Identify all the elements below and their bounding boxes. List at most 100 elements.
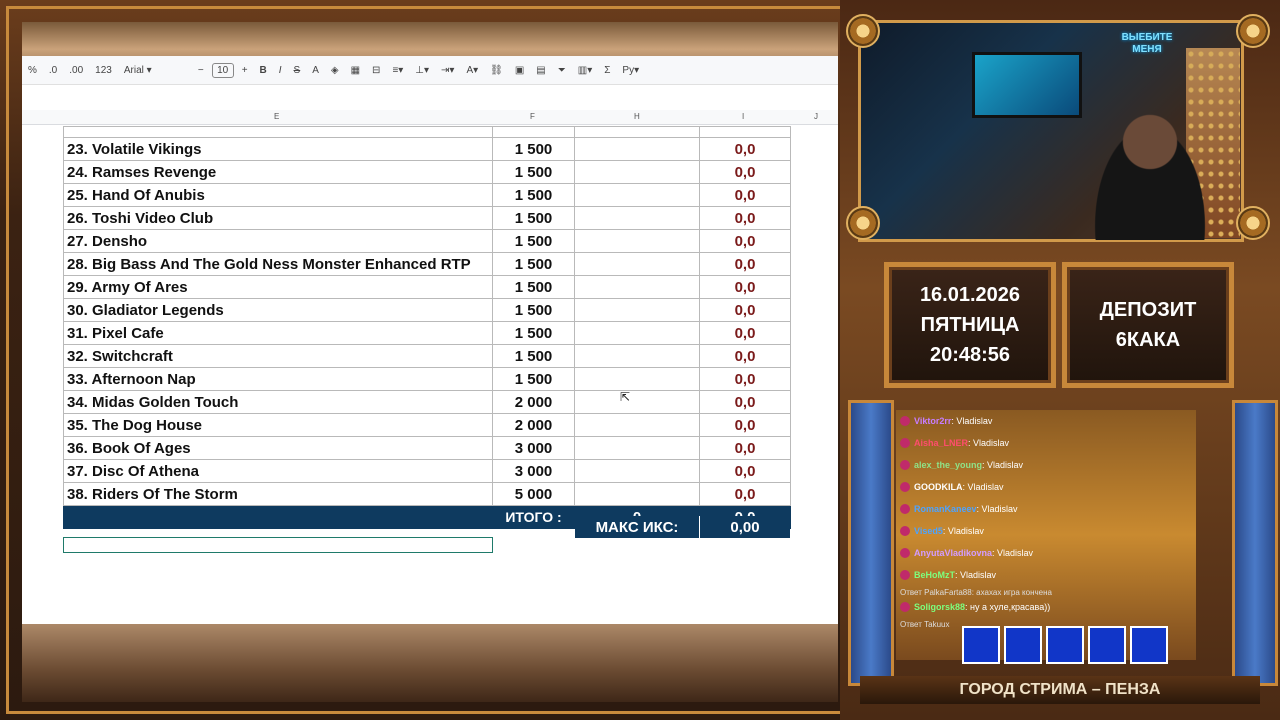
- empty-cell[interactable]: [574, 275, 700, 299]
- slot-name-cell[interactable]: 31. Pixel Cafe: [63, 321, 493, 345]
- empty-cell[interactable]: [574, 252, 700, 276]
- result-cell[interactable]: 0,0: [699, 252, 791, 276]
- bet-cell[interactable]: 1 500: [492, 252, 575, 276]
- chat-username[interactable]: BeHoMzT: [914, 570, 955, 580]
- empty-cell[interactable]: [574, 367, 700, 391]
- column-header-f[interactable]: F: [530, 112, 535, 121]
- slot-name-cell[interactable]: 23. Volatile Vikings: [63, 137, 493, 161]
- bet-cell[interactable]: 1 500: [492, 298, 575, 322]
- slot-name-cell[interactable]: 25. Hand Of Anubis: [63, 183, 493, 207]
- filter-views-button[interactable]: ▥▾: [574, 60, 596, 80]
- slot-name-cell[interactable]: 36. Book Of Ages: [63, 436, 493, 460]
- total-label[interactable]: ИТОГО :: [492, 505, 575, 529]
- bet-cell[interactable]: 1 500: [492, 183, 575, 207]
- slot-name-cell[interactable]: 24. Ramses Revenge: [63, 160, 493, 184]
- bet-cell[interactable]: 5 000: [492, 482, 575, 506]
- chat-username[interactable]: Vised5: [914, 526, 943, 536]
- result-cell[interactable]: 0,0: [699, 482, 791, 506]
- bet-cell[interactable]: 1 500: [492, 160, 575, 184]
- bet-cell[interactable]: 1 500: [492, 137, 575, 161]
- bet-cell[interactable]: 1 500: [492, 229, 575, 253]
- slot-name-cell[interactable]: 34. Midas Golden Touch: [63, 390, 493, 414]
- fill-color-button[interactable]: ◈: [327, 60, 343, 80]
- chat-username[interactable]: Soligorsk88: [914, 602, 965, 612]
- max-x-label[interactable]: МАКС ИКС:: [575, 516, 699, 538]
- result-cell[interactable]: 0,0: [699, 436, 791, 460]
- result-cell[interactable]: 0,0: [699, 137, 791, 161]
- result-cell[interactable]: 0,0: [699, 459, 791, 483]
- result-cell[interactable]: 0,0: [699, 367, 791, 391]
- font-size-input[interactable]: 10: [211, 62, 234, 78]
- result-cell[interactable]: 0,0: [699, 275, 791, 299]
- chat-username[interactable]: Viktor2rr: [914, 416, 951, 426]
- empty-cell[interactable]: [574, 206, 700, 230]
- bold-button[interactable]: B: [256, 60, 271, 80]
- max-x-value[interactable]: 0,00: [699, 516, 790, 538]
- column-header-e[interactable]: E: [274, 112, 279, 121]
- result-cell[interactable]: 0,0: [699, 229, 791, 253]
- empty-cell[interactable]: [574, 344, 700, 368]
- input-tools-button[interactable]: Рy ▾: [618, 60, 643, 80]
- slot-name-cell[interactable]: 33. Afternoon Nap: [63, 367, 493, 391]
- empty-cell[interactable]: [574, 298, 700, 322]
- insert-chart-button[interactable]: ▤: [532, 60, 549, 80]
- slot-name-cell[interactable]: 26. Toshi Video Club: [63, 206, 493, 230]
- slot-name-cell[interactable]: 38. Riders Of The Storm: [63, 482, 493, 506]
- bet-cell[interactable]: 1 500: [492, 206, 575, 230]
- chat-username[interactable]: RomanKaneev: [914, 504, 977, 514]
- bet-cell[interactable]: 1 500: [492, 344, 575, 368]
- slot-name-cell[interactable]: 29. Army Of Ares: [63, 275, 493, 299]
- insert-link-button[interactable]: ⛓: [486, 60, 507, 80]
- filter-button[interactable]: ⏷: [554, 60, 570, 80]
- chat-username[interactable]: AnyutaVladikovna: [914, 548, 992, 558]
- text-wrap-button[interactable]: ⇥▾: [437, 60, 458, 80]
- font-select[interactable]: Arial ▾: [120, 60, 190, 80]
- empty-cell[interactable]: [574, 436, 700, 460]
- empty-cell[interactable]: [574, 137, 700, 161]
- bet-cell[interactable]: 1 500: [492, 321, 575, 345]
- chat-username[interactable]: Aisha_LNER: [914, 438, 968, 448]
- result-cell[interactable]: 0,0: [699, 321, 791, 345]
- column-header-i[interactable]: I: [742, 112, 744, 121]
- slot-name-cell[interactable]: 37. Disc Of Athena: [63, 459, 493, 483]
- empty-cell[interactable]: [574, 482, 700, 506]
- slot-name-cell[interactable]: 27. Densho: [63, 229, 493, 253]
- result-cell[interactable]: 0,0: [699, 183, 791, 207]
- strikethrough-button[interactable]: S: [290, 60, 305, 80]
- vertical-align-button[interactable]: ⊥▾: [411, 60, 433, 80]
- text-color-button[interactable]: A: [308, 60, 323, 80]
- empty-cell[interactable]: [574, 160, 700, 184]
- borders-button[interactable]: ▦: [347, 60, 364, 80]
- result-cell[interactable]: 0,0: [699, 390, 791, 414]
- slot-name-cell[interactable]: 35. The Dog House: [63, 413, 493, 437]
- merge-cells-button[interactable]: ⊟: [368, 60, 384, 80]
- slot-name-cell[interactable]: 28. Big Bass And The Gold Ness Monster E…: [63, 252, 493, 276]
- empty-cell[interactable]: [574, 321, 700, 345]
- empty-cell[interactable]: [574, 390, 700, 414]
- bet-cell[interactable]: 2 000: [492, 390, 575, 414]
- percent-format-button[interactable]: %: [24, 60, 41, 80]
- result-cell[interactable]: 0,0: [699, 206, 791, 230]
- selected-cell[interactable]: [63, 537, 493, 553]
- empty-cell[interactable]: [574, 459, 700, 483]
- decrease-decimal-button[interactable]: .0: [45, 60, 61, 80]
- slot-name-cell[interactable]: 32. Switchcraft: [63, 344, 493, 368]
- empty-cell[interactable]: [574, 413, 700, 437]
- column-header-j[interactable]: J: [814, 112, 818, 121]
- result-cell[interactable]: 0,0: [699, 160, 791, 184]
- empty-cell[interactable]: [574, 183, 700, 207]
- insert-comment-button[interactable]: ▣: [511, 60, 528, 80]
- increase-decimal-button[interactable]: .00: [65, 60, 87, 80]
- result-cell[interactable]: 0,0: [699, 413, 791, 437]
- bet-cell[interactable]: 1 500: [492, 367, 575, 391]
- increase-font-size-button[interactable]: +: [238, 60, 252, 80]
- chat-username[interactable]: alex_the_young: [914, 460, 982, 470]
- text-rotation-button[interactable]: A▾: [462, 60, 482, 80]
- bet-cell[interactable]: 2 000: [492, 413, 575, 437]
- empty-cell[interactable]: [574, 229, 700, 253]
- align-button[interactable]: ≡▾: [388, 60, 407, 80]
- bet-cell[interactable]: 3 000: [492, 459, 575, 483]
- decrease-font-size-button[interactable]: −: [194, 60, 208, 80]
- slot-name-cell[interactable]: 30. Gladiator Legends: [63, 298, 493, 322]
- bet-cell[interactable]: 3 000: [492, 436, 575, 460]
